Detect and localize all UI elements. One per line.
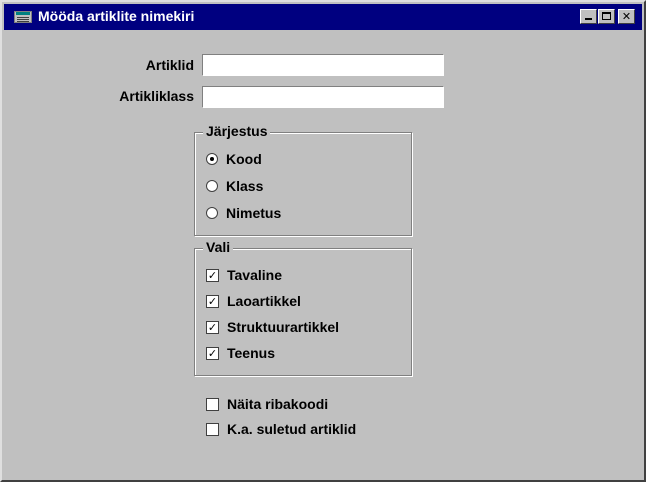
- checkbox-naita-ribakoodi-box[interactable]: [206, 397, 219, 411]
- artiklid-input[interactable]: [202, 54, 444, 76]
- checkbox-tavaline[interactable]: ✓ Tavaline: [206, 266, 282, 284]
- minimize-button[interactable]: [580, 9, 597, 24]
- radio-kood-button[interactable]: [206, 153, 218, 165]
- window-app-icon[interactable]: [14, 11, 32, 23]
- radio-kood-label: Kood: [226, 151, 262, 167]
- checkbox-laoartikkel-box[interactable]: ✓: [206, 294, 219, 308]
- maximize-button[interactable]: [598, 9, 615, 24]
- checkbox-laoartikkel-label: Laoartikkel: [227, 293, 301, 309]
- artiklid-label: Artiklid: [145, 57, 194, 73]
- vali-legend: Vali: [203, 239, 234, 255]
- checkbox-suletud-artiklid[interactable]: K.a. suletud artiklid: [206, 420, 356, 438]
- checkbox-naita-ribakoodi[interactable]: Näita ribakoodi: [206, 395, 328, 413]
- radio-klass-label: Klass: [226, 178, 264, 194]
- close-icon: ✕: [621, 10, 632, 23]
- radio-kood[interactable]: Kood: [206, 150, 262, 168]
- checkbox-teenus-label: Teenus: [227, 345, 275, 361]
- jarjestus-legend: Järjestus: [203, 123, 271, 139]
- radio-klass[interactable]: Klass: [206, 177, 263, 195]
- close-button[interactable]: ✕: [618, 9, 635, 24]
- radio-nimetus[interactable]: Nimetus: [206, 204, 281, 222]
- maximize-icon: [602, 12, 611, 20]
- checkbox-teenus-box[interactable]: ✓: [206, 346, 219, 360]
- checkbox-laoartikkel[interactable]: ✓ Laoartikkel: [206, 292, 301, 310]
- checkbox-naita-ribakoodi-label: Näita ribakoodi: [227, 396, 329, 412]
- checkbox-tavaline-box[interactable]: ✓: [206, 268, 219, 282]
- artikliklass-input[interactable]: [202, 86, 444, 108]
- checkbox-struktuurartikkel-box[interactable]: ✓: [206, 320, 219, 334]
- window-title: Mööda artiklite nimekiri: [38, 8, 195, 24]
- minimize-icon: [585, 18, 592, 20]
- title-bar[interactable]: Mööda artiklite nimekiri ✕: [4, 4, 642, 30]
- checkbox-tavaline-label: Tavaline: [227, 267, 282, 283]
- checkbox-suletud-artiklid-box[interactable]: [206, 422, 219, 436]
- checkbox-suletud-artiklid-label: K.a. suletud artiklid: [227, 421, 357, 437]
- radio-klass-button[interactable]: [206, 180, 218, 192]
- checkbox-teenus[interactable]: ✓ Teenus: [206, 344, 275, 362]
- checkbox-struktuurartikkel[interactable]: ✓ Struktuurartikkel: [206, 318, 339, 336]
- report-window: Mööda artiklite nimekiri ✕ Artiklid Arti…: [0, 0, 646, 482]
- radio-nimetus-label: Nimetus: [226, 205, 282, 221]
- radio-nimetus-button[interactable]: [206, 207, 218, 219]
- artikliklass-label: Artikliklass: [119, 88, 194, 104]
- checkbox-struktuurartikkel-label: Struktuurartikkel: [227, 319, 340, 335]
